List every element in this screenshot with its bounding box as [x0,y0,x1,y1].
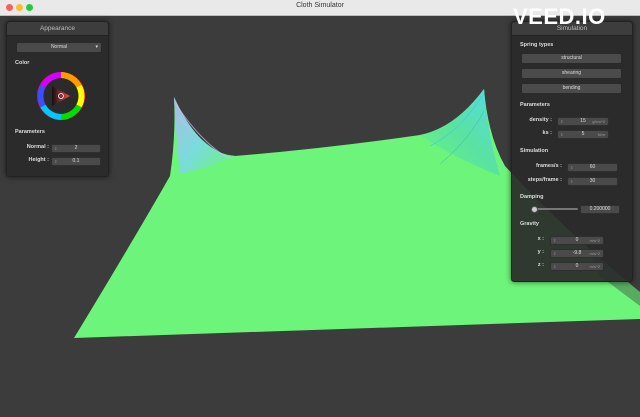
normal-input[interactable]: ⇕ 2 [51,144,101,153]
stepper-icon: ⇕ [570,179,574,184]
chevron-down-icon: ▾ [95,44,98,50]
gravity-y-label: y : [537,249,544,255]
gravity-x-value: 0 [575,237,579,243]
height-value: 0.1 [72,158,80,164]
sim-params-label: Parameters [520,102,550,108]
gravity-x-unit: m/s^2 [589,238,600,243]
steps-input[interactable]: ⇕ 30 [567,177,618,186]
stepper-icon: ⇕ [553,238,557,243]
steps-value: 30 [589,178,596,184]
gravity-z-value: 0 [575,263,579,269]
damping-label: Damping [520,194,544,200]
color-section-label: Color [15,60,30,66]
ks-value: 5 [581,131,585,137]
gravity-y-unit: m/s^2 [589,251,600,256]
damping-slider-handle[interactable] [531,206,538,213]
stepper-icon: ⇕ [54,159,58,164]
density-value: 15 [580,118,586,124]
fps-input[interactable]: ⇕ 60 [567,163,618,172]
color-wheel[interactable] [37,72,85,120]
shearing-button[interactable]: shearing [521,68,622,79]
gravity-x-label: x : [537,236,544,242]
spring-types-label: Spring types [520,42,554,48]
ks-unit: N/m [597,132,605,137]
height-label: Height : [28,157,49,163]
damping-value: 0.200000 [589,206,611,212]
normal-value: 2 [74,145,78,151]
fps-label: frames/s : [536,163,562,169]
gravity-z-label: z : [537,262,544,268]
appearance-params-label: Parameters [15,129,45,135]
gravity-label: Gravity [520,221,539,227]
gravity-z-input[interactable]: ⇕ 0 m/s^2 [550,262,604,271]
stepper-icon: ⇕ [553,264,557,269]
shader-select-value: Normal [50,44,68,50]
simulation-section-label: Simulation [520,148,549,154]
simulation-panel: Simulation Spring types structural shear… [511,21,633,282]
density-unit: g/cm^2 [592,119,605,124]
shader-select[interactable]: Normal ▾ [16,42,102,53]
fps-value: 60 [589,164,596,170]
stepper-icon: ⇕ [560,119,564,124]
bending-button[interactable]: bending [521,83,622,94]
appearance-panel: Appearance Normal ▾ Color Parameters Nor… [6,21,109,177]
stepper-icon: ⇕ [570,165,574,170]
structural-button[interactable]: structural [521,53,622,64]
gravity-z-unit: m/s^2 [589,264,600,269]
density-label: density : [529,117,552,123]
appearance-panel-title: Appearance [7,22,108,36]
stepper-icon: ⇕ [54,146,58,151]
height-input[interactable]: ⇕ 0.1 [51,157,101,166]
veed-watermark: VEED.IO [513,4,606,29]
density-input[interactable]: ⇕ 15 g/cm^2 [557,117,609,126]
steps-label: steps/frame : [527,177,562,183]
normal-label: Normal : [26,144,49,150]
damping-slider-track[interactable] [536,208,578,210]
ks-input[interactable]: ⇕ 5 N/m [557,130,609,139]
damping-input[interactable]: 0.200000 [580,205,620,214]
stepper-icon: ⇕ [560,132,564,137]
gravity-y-input[interactable]: ⇕ -9.8 m/s^2 [550,249,604,258]
gravity-x-input[interactable]: ⇕ 0 m/s^2 [550,236,604,245]
ks-label: ks : [542,130,552,136]
stepper-icon: ⇕ [553,251,557,256]
gravity-y-value: -9.8 [572,250,582,256]
